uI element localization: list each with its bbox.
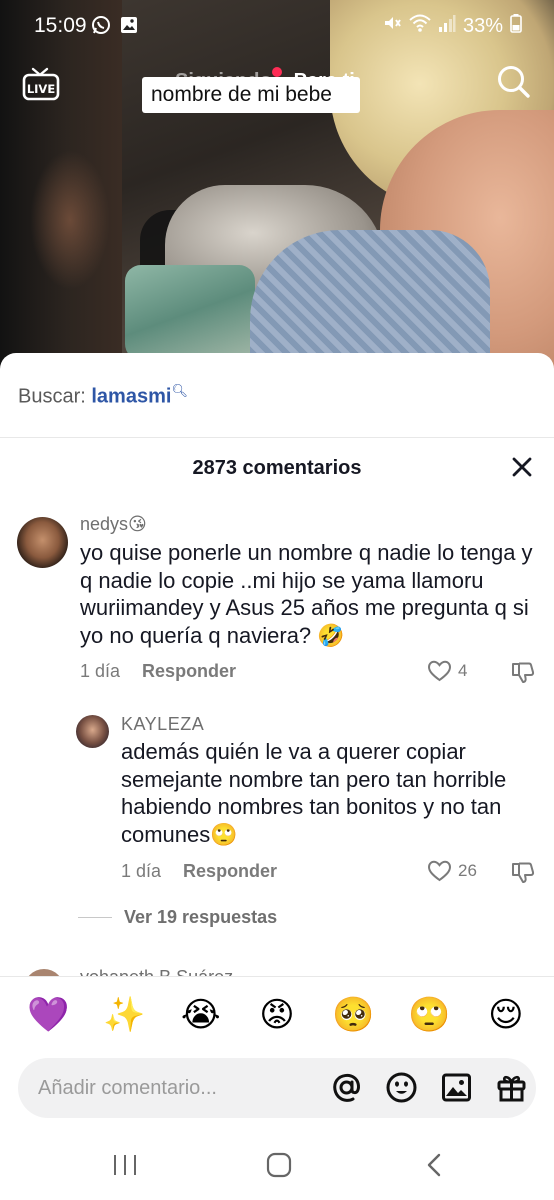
dislike-icon[interactable] <box>510 659 536 685</box>
video-caption-sticker: nombre de mi bebe <box>142 77 360 113</box>
image-icon[interactable] <box>440 1071 473 1104</box>
dislike-icon[interactable] <box>510 859 536 885</box>
emoji-button[interactable]: 🥺 <box>328 993 378 1037</box>
status-time: 15:09 <box>34 14 87 37</box>
view-replies-button[interactable]: Ver 19 respuestas <box>78 907 277 928</box>
comment-time: 1 día <box>80 661 121 681</box>
comment-text: además quién le va a querer copiar semej… <box>121 739 507 847</box>
comment-username[interactable]: nedys😘 <box>80 514 147 535</box>
new-content-dot <box>271 67 282 77</box>
whatsapp-icon <box>91 15 111 40</box>
comment-input[interactable]: Añadir comentario... <box>18 1058 536 1118</box>
video-object-blanket <box>125 265 255 360</box>
divider <box>0 976 554 977</box>
signal-icon <box>438 13 456 39</box>
comments-sheet: Buscar: lamasmi🔍︎ 2873 comentarios nedys… <box>0 353 554 1200</box>
wifi-icon <box>409 13 431 39</box>
search-suggestion-prefix: Buscar: <box>18 385 86 408</box>
close-icon[interactable] <box>510 455 534 479</box>
emoji-button[interactable]: 🙄 <box>405 993 455 1037</box>
system-nav-bar <box>0 1130 554 1200</box>
replies-line <box>78 917 112 918</box>
divider <box>0 437 554 438</box>
emoji-button[interactable]: 😌 <box>481 993 531 1037</box>
recent-apps-icon[interactable] <box>110 1150 140 1180</box>
comment-time: 1 día <box>121 861 162 881</box>
live-button[interactable]: LIVE <box>21 66 61 102</box>
search-suggestion[interactable]: Buscar: lamasmi🔍︎ <box>18 383 188 409</box>
emoji-button[interactable]: ✨ <box>99 993 149 1037</box>
comment-meta: 1 día Responder <box>80 661 236 682</box>
emoji-button[interactable]: 😭 <box>176 993 226 1037</box>
live-label: LIVE <box>27 82 56 96</box>
comment-input-placeholder: Añadir comentario... <box>38 1077 217 1099</box>
status-bar: 15:09 33% <box>0 0 554 52</box>
mention-icon[interactable] <box>330 1071 363 1104</box>
reply-button[interactable]: Responder <box>142 661 236 682</box>
comment-username[interactable]: KAYLEZA <box>121 714 204 735</box>
heart-icon <box>427 660 452 682</box>
like-button[interactable]: 4 <box>427 659 467 683</box>
emoji-button[interactable]: 💜 <box>23 993 73 1037</box>
battery-icon <box>510 13 522 39</box>
emoji-button[interactable]: 😡 <box>252 993 302 1037</box>
comment-text: yo quise ponerle un nombre q nadie lo te… <box>80 540 533 648</box>
quick-emoji-bar: 💜 ✨ 😭 😡 🥺 🙄 😌 <box>0 993 554 1037</box>
battery-percent: 33% <box>462 14 503 37</box>
reply-button[interactable]: Responder <box>183 861 277 882</box>
mute-icon <box>382 13 402 39</box>
avatar[interactable] <box>17 517 68 568</box>
emoji-icon[interactable] <box>385 1071 418 1104</box>
home-icon[interactable] <box>264 1150 294 1180</box>
view-replies-label: Ver 19 respuestas <box>124 907 278 927</box>
like-count: 4 <box>458 661 468 680</box>
small-search-icon: 🔍︎ <box>171 383 188 398</box>
heart-icon <box>427 860 452 882</box>
comments-count-header: 2873 comentarios <box>192 457 362 479</box>
search-suggestion-term[interactable]: lamasmi <box>91 386 171 408</box>
avatar[interactable] <box>76 715 109 748</box>
search-icon[interactable] <box>496 64 532 100</box>
image-icon <box>119 15 139 40</box>
comment-meta: 1 día Responder <box>121 861 277 882</box>
like-button[interactable]: 26 <box>427 859 477 883</box>
like-count: 26 <box>458 861 477 880</box>
gift-icon[interactable] <box>495 1071 528 1104</box>
back-icon[interactable] <box>420 1150 450 1180</box>
